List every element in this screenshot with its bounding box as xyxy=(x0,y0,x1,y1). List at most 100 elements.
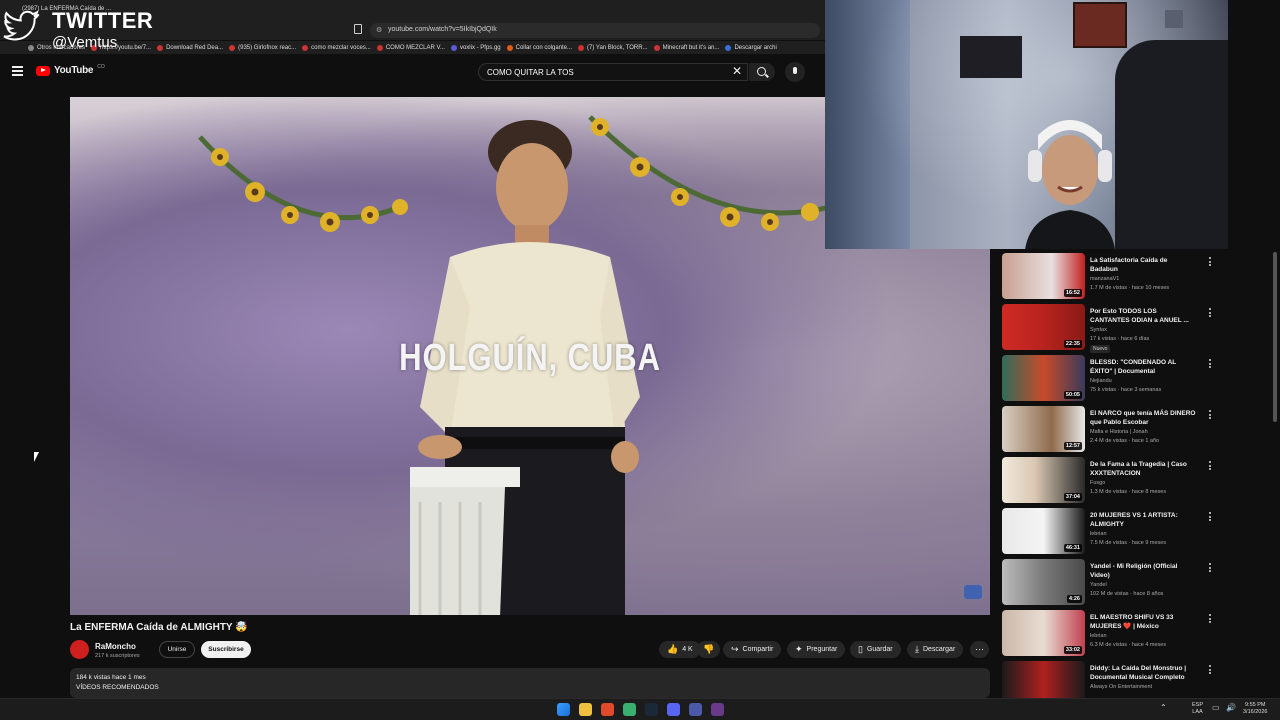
recommendation-item[interactable]: 4:26 Yandel - Mi Religión (Official Vide… xyxy=(1002,558,1272,606)
video-thumbnail[interactable]: 22:35 xyxy=(1002,304,1085,350)
bookmark-item[interactable]: Download Red Dea... xyxy=(157,41,223,54)
share-button[interactable]: ↪ Compartir xyxy=(723,641,782,658)
search-button[interactable] xyxy=(749,63,775,81)
recommendation-title[interactable]: EL MAESTRO SHIFU VS 33 MUJERES ❤️ | Méxi… xyxy=(1090,613,1196,631)
more-options-icon[interactable] xyxy=(1209,257,1212,268)
clock[interactable]: 9:55 PM 3/16/2026 xyxy=(1243,702,1267,716)
recommendation-channel[interactable]: Mafia e Historia | Jonah xyxy=(1090,429,1148,435)
volume-icon[interactable]: 🔊 xyxy=(1226,704,1236,712)
thumbs-down-icon: 👎 xyxy=(703,644,715,654)
bookmark-item[interactable]: Collar con colgante... xyxy=(506,41,572,54)
app-icon[interactable] xyxy=(623,703,636,716)
recommendation-title[interactable]: De la Fama a la Tragedia | Caso XXXTENTA… xyxy=(1090,460,1196,478)
bookmark-item[interactable]: como mezclar voces... xyxy=(302,41,371,54)
save-button[interactable]: ▯ Guardar xyxy=(850,641,901,658)
video-thumbnail[interactable]: 4:26 xyxy=(1002,559,1085,605)
more-options-icon[interactable] xyxy=(1209,665,1212,676)
recommendation-item[interactable]: 37:04 De la Fama a la Tragedia | Caso XX… xyxy=(1002,456,1272,504)
search-input[interactable]: COMO QUITAR LA TOS xyxy=(478,63,748,81)
video-thumbnail[interactable]: 33:02 xyxy=(1002,610,1085,656)
language-indicator[interactable]: ESP LAA xyxy=(1192,702,1203,716)
recommendation-channel[interactable]: Fusgo xyxy=(1090,480,1105,486)
sparkle-icon: ✦ xyxy=(795,644,803,654)
recommendation-channel[interactable]: lebrian xyxy=(1090,531,1107,537)
wall-poster xyxy=(1073,2,1127,48)
more-actions-button[interactable]: ⋯ xyxy=(970,641,989,658)
recommendation-item[interactable]: 22:35 Por Esto TODOS LOS CANTANTES ODIAN… xyxy=(1002,303,1272,353)
overlay-title: TWITTER xyxy=(52,8,154,33)
recommendation-meta: 75 k vistas · hace 3 semanas xyxy=(1090,387,1162,393)
like-button[interactable]: 👍 4 K xyxy=(659,641,701,658)
recommendation-title[interactable]: BLESSD: "CONDENADO AL ÉXITO" | Documenta… xyxy=(1090,358,1196,376)
recommendation-item[interactable]: 46:31 20 MUJERES VS 1 ARTISTA: ALMIGHTY … xyxy=(1002,507,1272,555)
video-thumbnail[interactable]: 46:31 xyxy=(1002,508,1085,554)
recommendation-title[interactable]: Yandel - Mi Religión (Official Video) xyxy=(1090,562,1196,580)
bookmark-favicon-icon xyxy=(578,44,585,51)
ask-button[interactable]: ✦ Preguntar xyxy=(787,641,846,658)
file-explorer-icon[interactable] xyxy=(579,703,592,716)
recommendation-channel[interactable]: Yandel xyxy=(1090,582,1107,588)
discord-icon[interactable] xyxy=(667,703,680,716)
recommendation-channel[interactable]: Syntax xyxy=(1090,327,1107,333)
bookmark-item[interactable]: (935) Girlofnox reac... xyxy=(229,41,296,54)
bookmark-icon[interactable] xyxy=(354,24,362,34)
bookmark-item[interactable]: COMO MEZCLAR V... xyxy=(376,41,445,54)
brave-browser-icon[interactable] xyxy=(601,703,614,716)
video-thumbnail[interactable]: 12:57 xyxy=(1002,406,1085,452)
app-icon[interactable] xyxy=(711,703,724,716)
dislike-button[interactable]: 👎 xyxy=(697,641,721,658)
bookmark-item[interactable]: (7) Yan Block, TORR... xyxy=(578,41,648,54)
tray-chevron-icon[interactable]: ⌃ xyxy=(1160,704,1167,712)
recommendation-item[interactable]: 50:05 BLESSD: "CONDENADO AL ÉXITO" | Doc… xyxy=(1002,354,1272,402)
download-icon: ⤓ xyxy=(915,644,919,654)
more-options-icon[interactable] xyxy=(1209,410,1212,421)
recommendation-item[interactable]: 12:57 El NARCO que tenía MÁS DINERO que … xyxy=(1002,405,1272,453)
voice-search-icon[interactable] xyxy=(785,62,805,82)
more-options-icon[interactable] xyxy=(1209,512,1212,523)
more-options-icon[interactable] xyxy=(1209,461,1212,472)
recommendation-item[interactable]: 16:52 La Satisfactoria Caída de Badabun … xyxy=(1002,252,1272,300)
video-thumbnail[interactable]: 37:04 xyxy=(1002,457,1085,503)
recommendation-item[interactable]: 33:02 EL MAESTRO SHIFU VS 33 MUJERES ❤️ … xyxy=(1002,609,1272,657)
bookmark-item[interactable]: voxlix - Pfps.gg xyxy=(450,41,501,54)
channel-watermark-icon[interactable] xyxy=(964,585,982,599)
bookmark-item[interactable]: Minecraft but it's an... xyxy=(653,41,719,54)
recommendation-title[interactable]: El NARCO que tenía MÁS DINERO que Pablo … xyxy=(1090,409,1196,427)
network-icon[interactable]: ▭ xyxy=(1212,704,1220,712)
download-button[interactable]: ⤓ Descargar xyxy=(907,641,964,658)
clear-search-icon[interactable]: ✕ xyxy=(732,64,742,78)
sidebar-scrollbar[interactable] xyxy=(1273,252,1277,422)
steam-icon[interactable] xyxy=(645,703,658,716)
video-thumbnail[interactable]: 50:05 xyxy=(1002,355,1085,401)
menu-icon[interactable] xyxy=(12,66,23,78)
more-options-icon[interactable] xyxy=(1209,614,1212,625)
channel-avatar[interactable] xyxy=(70,640,89,659)
recommendation-title[interactable]: 20 MUJERES VS 1 ARTISTA: ALMIGHTY xyxy=(1090,511,1196,529)
youtube-logo[interactable]: YouTube CO xyxy=(36,64,105,76)
recommendation-meta: 7.5 M de vistas · hace 9 meses xyxy=(1090,540,1167,546)
join-button[interactable]: Unirse xyxy=(159,641,195,658)
video-description[interactable]: 184 k vistas hace 1 mes VÍDEOS RECOMENDA… xyxy=(70,668,990,698)
recommendation-title[interactable]: Diddy: La Caída Del Monstruo | Documenta… xyxy=(1090,664,1196,682)
recommendation-channel[interactable]: Nejiandu xyxy=(1090,378,1112,384)
recommendation-channel[interactable]: Always On Entertainment xyxy=(1090,684,1152,690)
more-options-icon[interactable] xyxy=(1209,308,1212,319)
app-icon[interactable] xyxy=(689,703,702,716)
video-duration: 4:26 xyxy=(1066,595,1082,603)
share-icon: ↪ xyxy=(731,644,739,654)
bookmark-favicon-icon xyxy=(653,44,660,51)
recommendation-title[interactable]: Por Esto TODOS LOS CANTANTES ODIAN a ANU… xyxy=(1090,307,1196,325)
channel-name[interactable]: RaMoncho xyxy=(95,642,136,651)
start-icon[interactable] xyxy=(557,703,570,716)
more-options-icon[interactable] xyxy=(1209,563,1212,574)
recommendation-channel[interactable]: lebrian xyxy=(1090,633,1107,639)
address-bar[interactable]: ⚙ youtube.com/watch?v=5IkIbjQdQIk xyxy=(370,23,820,38)
more-options-icon[interactable] xyxy=(1209,359,1212,370)
video-thumbnail[interactable]: 16:52 xyxy=(1002,253,1085,299)
video-duration: 16:52 xyxy=(1063,289,1082,297)
site-info-icon[interactable]: ⚙ xyxy=(376,26,382,34)
bookmark-item[interactable]: Descargar archi xyxy=(725,41,777,54)
recommendation-channel[interactable]: manzanaV1 xyxy=(1090,276,1119,282)
recommendation-title[interactable]: La Satisfactoria Caída de Badabun xyxy=(1090,256,1196,274)
subscribe-button[interactable]: Suscribirse xyxy=(201,641,251,658)
